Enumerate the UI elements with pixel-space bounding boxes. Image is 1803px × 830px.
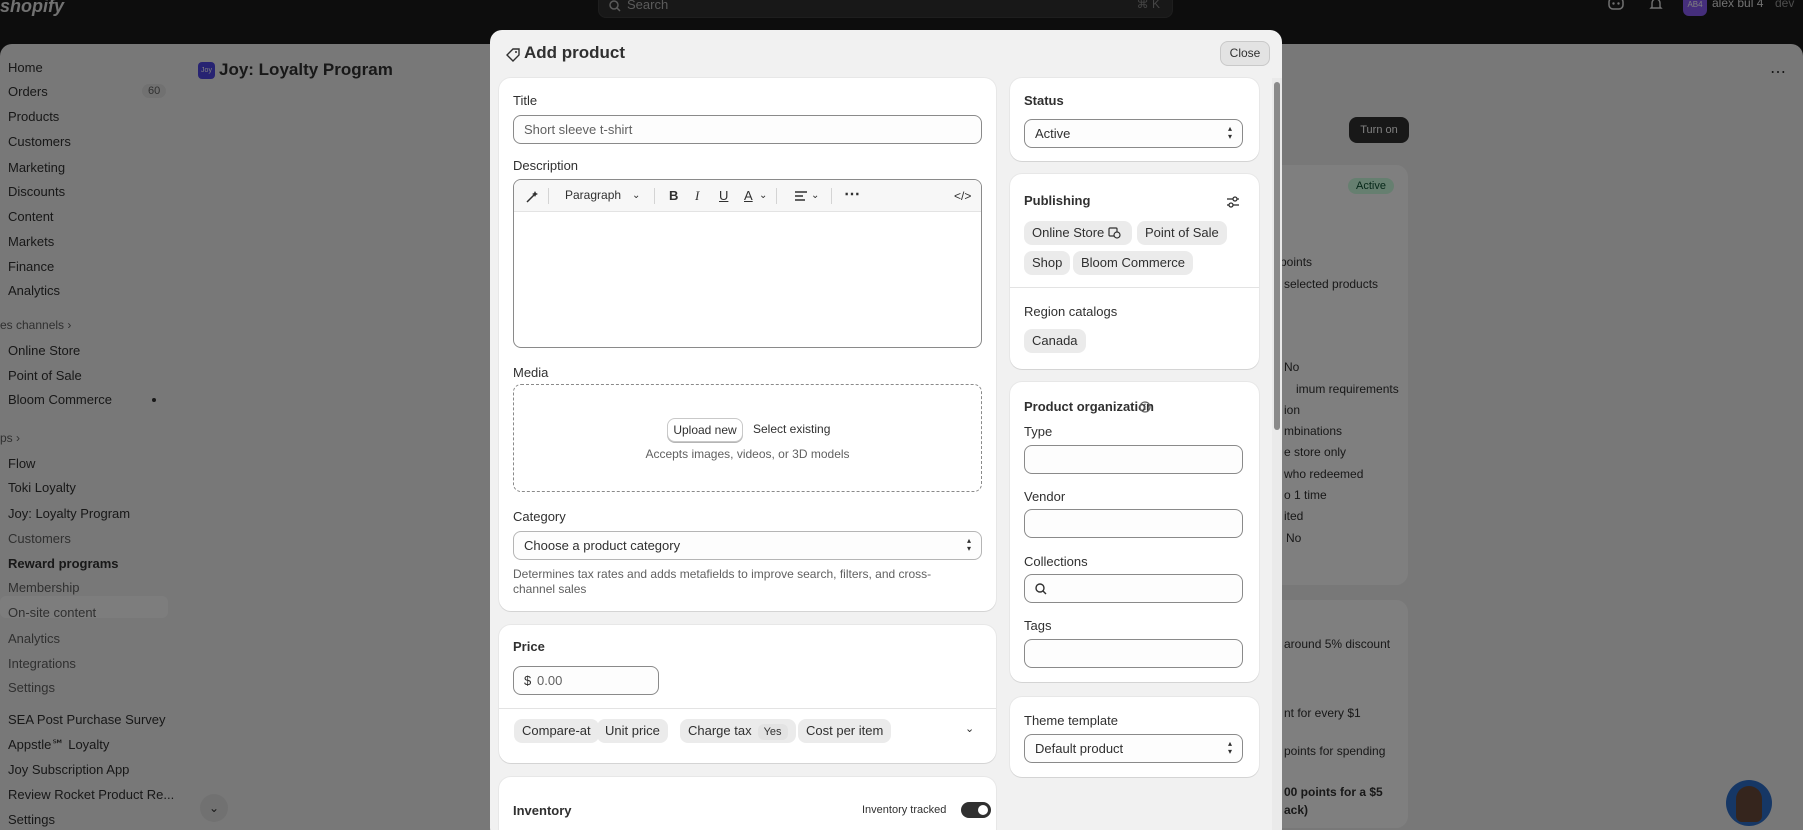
tags-input[interactable] (1024, 639, 1243, 668)
unit-price-chip[interactable]: Unit price (597, 719, 668, 743)
divider (499, 708, 996, 709)
info-icon[interactable] (1139, 401, 1151, 413)
inventory-label: Inventory (513, 803, 572, 818)
toolbar-divider (776, 188, 777, 204)
price-input[interactable]: $ 0.00 (513, 666, 659, 695)
currency-symbol: $ (524, 673, 532, 688)
inventory-card: Inventory Inventory tracked (499, 777, 996, 830)
select-arrows-icon: ▴ ▾ (966, 536, 971, 553)
price-placeholder: 0.00 (537, 673, 563, 688)
description-editor[interactable]: Paragraph ⌄ B I U A ⌄ ⌄ ⋯ </> (513, 179, 982, 348)
add-product-modal: Add product Close Title Short sleeve t-s… (490, 30, 1282, 830)
chevron-down-icon[interactable]: ⌄ (759, 190, 767, 201)
modal-header: Add product Close (490, 30, 1282, 78)
category-label: Category (513, 509, 566, 524)
title-input[interactable]: Short sleeve t-shirt (513, 115, 982, 144)
chevron-down-icon[interactable]: ⌄ (811, 190, 819, 201)
align-left-icon[interactable] (794, 190, 808, 202)
theme-template-label: Theme template (1024, 713, 1118, 728)
vendor-input[interactable] (1024, 509, 1243, 538)
inventory-tracked-label: Inventory tracked (862, 804, 947, 816)
channel-label: Online Store (1032, 225, 1105, 240)
type-input[interactable] (1024, 445, 1243, 474)
theme-template-value: Default product (1035, 741, 1124, 756)
sliders-icon[interactable] (1226, 196, 1240, 208)
editor-toolbar: Paragraph ⌄ B I U A ⌄ ⌄ ⋯ </> (514, 180, 981, 212)
compare-at-chip[interactable]: Compare-at (514, 719, 599, 743)
tags-label: Tags (1024, 618, 1052, 633)
select-existing-link[interactable]: Select existing (753, 422, 830, 436)
status-select[interactable]: Active ▴ ▾ (1024, 119, 1243, 148)
charge-tax-value: Yes (757, 724, 788, 740)
text-color-icon[interactable]: A (744, 188, 753, 203)
channel-chip-shop[interactable]: Shop (1024, 251, 1071, 275)
divider (1010, 287, 1259, 288)
close-button[interactable]: Close (1220, 41, 1270, 66)
cost-per-item-chip[interactable]: Cost per item (798, 719, 892, 743)
bold-icon[interactable]: B (669, 188, 678, 203)
chevron-down-icon[interactable]: ⌄ (632, 190, 640, 201)
theme-template-card: Theme template Default product ▴ ▾ (1010, 697, 1259, 777)
magic-wand-icon[interactable] (525, 190, 539, 204)
category-help-text: Determines tax rates and adds metafields… (513, 567, 932, 596)
collections-input[interactable] (1024, 574, 1243, 603)
code-icon[interactable]: </> (954, 189, 971, 203)
theme-template-select[interactable]: Default product ▴ ▾ (1024, 734, 1243, 763)
description-label: Description (513, 158, 579, 173)
region-chip-canada[interactable]: Canada (1024, 329, 1086, 353)
charge-tax-chip[interactable]: Charge tax Yes (680, 719, 796, 743)
media-dropzone[interactable]: Upload new Select existing Accepts image… (513, 384, 982, 492)
status-card: Status Active ▴ ▾ (1010, 78, 1259, 161)
publishing-card: Publishing Online Store Point of Sale Sh… (1010, 174, 1259, 369)
underline-icon[interactable]: U (719, 188, 728, 203)
product-organization-card: Product organization Type Vendor Collect… (1010, 382, 1259, 682)
channel-chip-bloom-commerce[interactable]: Bloom Commerce (1073, 251, 1194, 275)
modal-title: Add product (524, 43, 626, 62)
product-details-card: Title Short sleeve t-shirt Description P… (499, 78, 996, 611)
paragraph-dropdown[interactable]: Paragraph (565, 188, 621, 202)
select-arrows-icon: ▴ ▾ (1227, 124, 1232, 141)
toolbar-divider (654, 188, 655, 204)
toolbar-divider (831, 188, 832, 204)
inventory-tracked-toggle[interactable] (961, 802, 991, 818)
product-organization-label: Product organization (1024, 399, 1154, 414)
title-label: Title (513, 93, 538, 108)
toolbar-divider (548, 188, 549, 204)
pricing-card: Price $ 0.00 Compare-at Unit price Charg… (499, 625, 996, 763)
collections-label: Collections (1024, 554, 1088, 569)
vendor-label: Vendor (1024, 489, 1066, 504)
chevron-down-icon[interactable]: ⌄ (965, 722, 974, 735)
schedule-icon (1108, 227, 1121, 239)
media-hint: Accepts images, videos, or 3D models (645, 447, 850, 461)
price-label: Price (513, 639, 545, 654)
upload-new-button[interactable]: Upload new (667, 418, 743, 442)
media-label: Media (513, 365, 549, 380)
type-label: Type (1024, 424, 1053, 439)
publishing-label: Publishing (1024, 193, 1091, 208)
scrollbar-thumb[interactable] (1274, 82, 1280, 430)
status-label: Status (1024, 93, 1064, 108)
region-catalogs-label: Region catalogs (1024, 304, 1118, 319)
italic-icon[interactable]: I (695, 188, 699, 204)
category-select[interactable]: Choose a product category ▴ ▾ (513, 531, 982, 560)
title-placeholder: Short sleeve t-shirt (524, 122, 633, 137)
more-icon[interactable]: ⋯ (844, 184, 860, 204)
channel-chip-pos[interactable]: Point of Sale (1137, 221, 1227, 245)
search-icon (1035, 583, 1047, 595)
category-placeholder: Choose a product category (524, 538, 681, 553)
tag-icon (506, 48, 520, 62)
select-arrows-icon: ▴ ▾ (1227, 739, 1232, 756)
status-value: Active (1035, 126, 1071, 141)
charge-tax-label: Charge tax (688, 723, 752, 738)
